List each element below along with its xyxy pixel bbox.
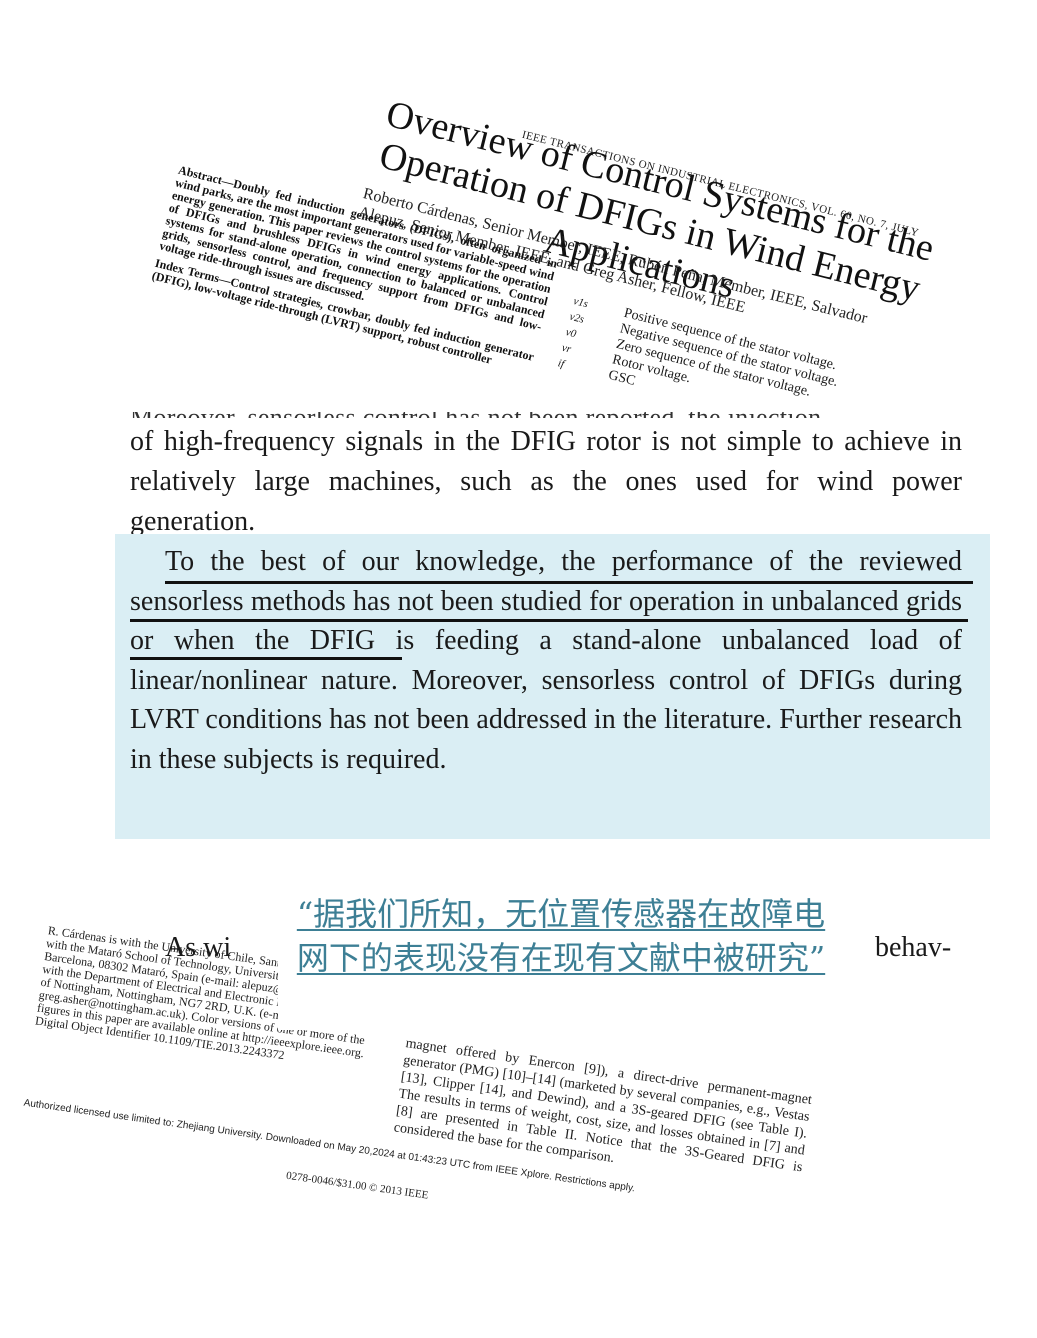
body-line-end: behav- [875,932,952,963]
chinese-caption: “据我们所知，无位置传感器在故障电网下的表现没有在现有文献中被研究” [296,895,826,977]
underline-mark [130,619,968,622]
paragraph-highlighted: To the best of our knowledge, the perfor… [130,546,962,775]
main-text-section: Moreover, sensorless control has not bee… [0,412,1037,842]
body-line-start: As wi [165,932,232,963]
cropped-text-line: Moreover, sensorless control has not bee… [130,412,960,418]
underline-mark [130,657,402,660]
copyright-line: 0278-0046/$31.00 © 2013 IEEE [285,1169,430,1202]
paragraph-intro: of high-frequency signals in the DFIG ro… [130,426,962,537]
body-text-column: magnet offered by Enercon [9]), a direct… [392,1036,813,1176]
underline-mark [165,581,973,584]
